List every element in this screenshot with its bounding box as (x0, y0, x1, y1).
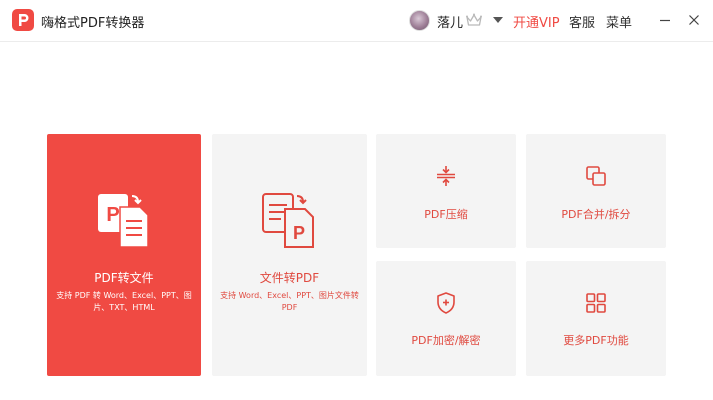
crown-icon (466, 13, 482, 26)
svg-text:P: P (106, 204, 119, 226)
pdf-compress-title: PDF压缩 (424, 208, 468, 221)
file-to-pdf-description: 支持 Word、Excel、PPT、图片文件转 PDF (220, 291, 359, 312)
open-vip-link[interactable]: 开通VIP (513, 12, 560, 31)
pdf-to-file-description: 支持 PDF 转 Word、Excel、PPT、图片、TXT、HTML (56, 291, 192, 312)
close-icon[interactable] (686, 12, 702, 28)
username[interactable]: 落儿 (437, 12, 463, 31)
pdf-to-file-card[interactable]: P PDF转文件 支持 PDF 转 Word、Excel、PPT、图片、TXT、… (47, 134, 201, 376)
customer-service-link[interactable]: 客服 (569, 12, 595, 31)
title-bar: 嗨格式PDF转换器 落儿 开通VIP 客服 菜单 (0, 0, 713, 42)
pdf-compress-card[interactable]: PDF压缩 (376, 134, 516, 248)
file-to-pdf-card[interactable]: P 文件转PDF 支持 Word、Excel、PPT、图片文件转 PDF (212, 134, 367, 376)
file-to-pdf-icon: P (262, 193, 314, 248)
grid-icon (586, 293, 606, 313)
pdf-merge-split-card[interactable]: PDF合并/拆分 (526, 134, 666, 248)
file-to-pdf-title: 文件转PDF (259, 271, 320, 285)
menu-link[interactable]: 菜单 (606, 12, 632, 31)
chevron-down-icon[interactable] (493, 16, 503, 24)
pdf-encrypt-title: PDF加密/解密 (411, 334, 481, 347)
shield-icon (437, 292, 455, 314)
pdf-encrypt-card[interactable]: PDF加密/解密 (376, 261, 516, 376)
svg-text:P: P (293, 223, 305, 243)
more-pdf-functions-card[interactable]: 更多PDF功能 (526, 261, 666, 376)
compress-icon (437, 166, 455, 186)
pdf-to-file-icon: P (98, 194, 149, 248)
app-title: 嗨格式PDF转换器 (41, 16, 145, 31)
more-pdf-functions-title: 更多PDF功能 (563, 334, 629, 347)
merge-split-icon (586, 166, 606, 186)
pdf-merge-split-title: PDF合并/拆分 (561, 208, 631, 221)
minimize-icon[interactable] (657, 12, 673, 28)
avatar[interactable] (409, 10, 430, 31)
app-logo-icon (12, 9, 34, 31)
pdf-to-file-title: PDF转文件 (94, 271, 154, 285)
